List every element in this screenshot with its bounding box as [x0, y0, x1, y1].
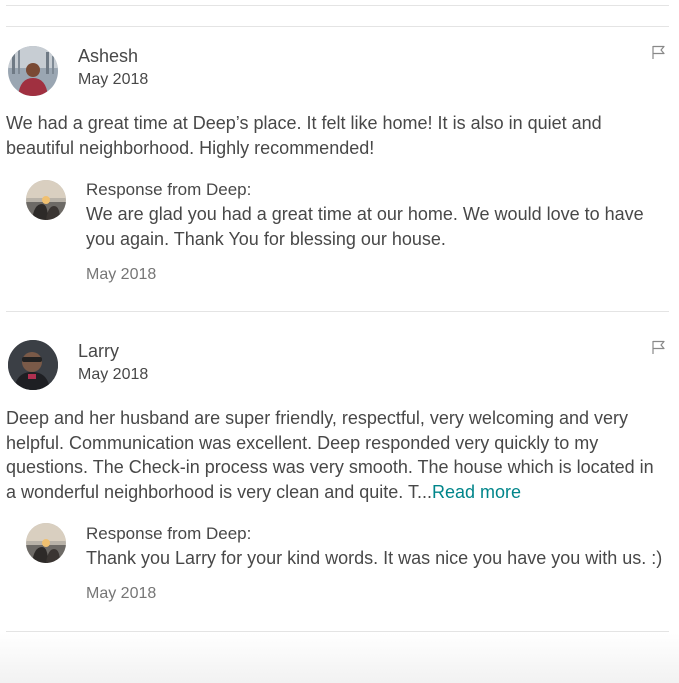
response-title: Response from Deep:	[86, 180, 252, 199]
host-avatar[interactable]	[26, 523, 66, 563]
top-divider	[6, 5, 669, 6]
divider	[6, 631, 669, 632]
divider	[6, 311, 669, 312]
response-text: We are glad you had a great time at our …	[86, 204, 644, 249]
reviewer-avatar[interactable]	[8, 46, 58, 96]
reviewer-name: Ashesh	[78, 46, 139, 66]
reviewer-name: Larry	[78, 341, 120, 361]
response-text: Thank you Larry for your kind words. It …	[86, 548, 663, 568]
flag-icon[interactable]	[651, 44, 667, 60]
response-date: May 2018	[86, 585, 157, 602]
response-title: Response from Deep:	[86, 524, 252, 543]
response-date: May 2018	[86, 266, 157, 283]
review-date: May 2018	[78, 366, 149, 383]
host-avatar[interactable]	[26, 180, 66, 220]
review-text: Deep and her husband are super friendly,…	[6, 406, 665, 504]
flag-icon[interactable]	[651, 339, 667, 355]
reviewer-avatar[interactable]	[8, 340, 58, 390]
review-text-body: Deep and her husband are super friendly,…	[6, 408, 654, 502]
review-date: May 2018	[78, 71, 149, 88]
bottom-fade	[0, 633, 679, 683]
review-text: We had a great time at Deep’s place. It …	[6, 113, 602, 158]
read-more-link[interactable]: Read more	[432, 482, 521, 502]
divider	[6, 26, 669, 27]
